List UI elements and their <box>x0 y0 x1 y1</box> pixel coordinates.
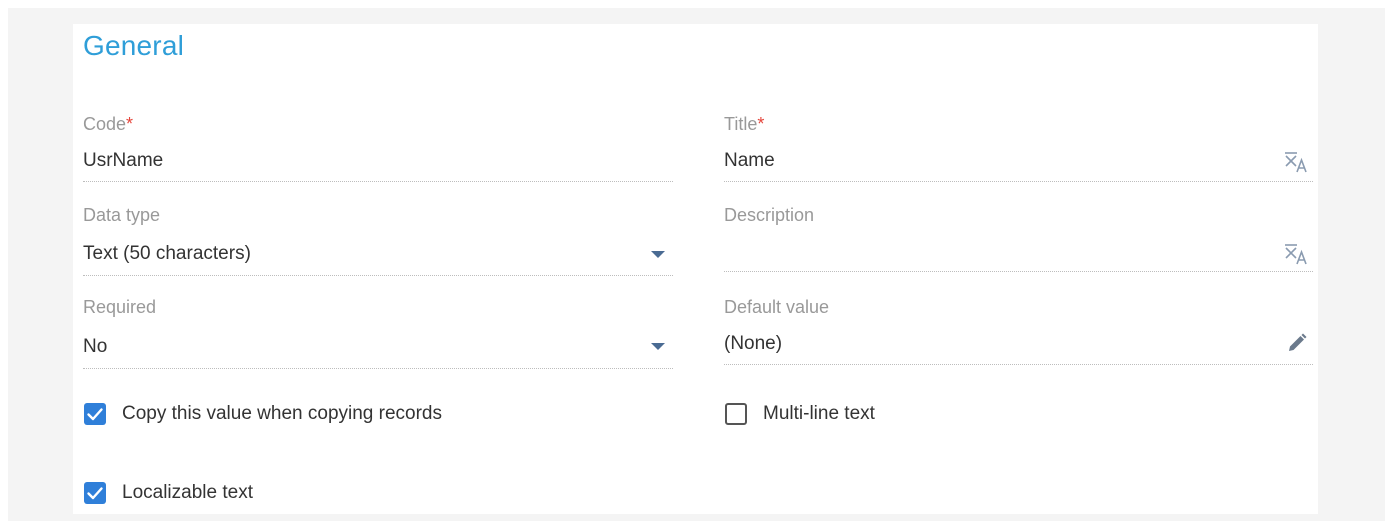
default-value-label: Default value <box>724 297 830 317</box>
code-underline <box>83 181 673 182</box>
translate-icon[interactable] <box>1283 150 1309 174</box>
data-type-select[interactable]: Text (50 characters) <box>83 243 251 265</box>
description-underline <box>724 271 1313 272</box>
required-mark: * <box>757 114 765 134</box>
default-value-input[interactable]: (None) <box>724 333 782 355</box>
multiline-label[interactable]: Multi-line text <box>763 403 875 425</box>
pencil-icon[interactable] <box>1286 332 1308 354</box>
required-select[interactable]: No <box>83 336 107 358</box>
multiline-checkbox[interactable] <box>725 403 747 425</box>
copy-value-checkbox[interactable] <box>84 403 106 425</box>
data-type-label: Data type <box>83 205 161 225</box>
general-section-card <box>73 24 1318 514</box>
check-icon <box>87 408 103 421</box>
localizable-label[interactable]: Localizable text <box>122 482 253 504</box>
check-icon <box>87 487 103 500</box>
data-type-underline <box>83 275 673 276</box>
required-mark: * <box>126 114 134 134</box>
section-title: General <box>83 30 185 61</box>
title-underline <box>724 181 1313 182</box>
title-label: Title* <box>724 114 765 134</box>
code-label: Code* <box>83 114 134 134</box>
copy-value-label[interactable]: Copy this value when copying records <box>122 403 442 425</box>
chevron-down-icon[interactable] <box>651 343 665 350</box>
required-label: Required <box>83 297 157 317</box>
title-input[interactable]: Name <box>724 150 775 172</box>
description-input[interactable] <box>724 243 1264 267</box>
default-value-underline <box>724 364 1313 365</box>
chevron-down-icon[interactable] <box>651 251 665 258</box>
code-input[interactable]: UsrName <box>83 150 163 172</box>
required-underline <box>83 368 673 369</box>
description-label: Description <box>724 205 815 225</box>
localizable-checkbox[interactable] <box>84 482 106 504</box>
translate-icon[interactable] <box>1283 242 1309 266</box>
